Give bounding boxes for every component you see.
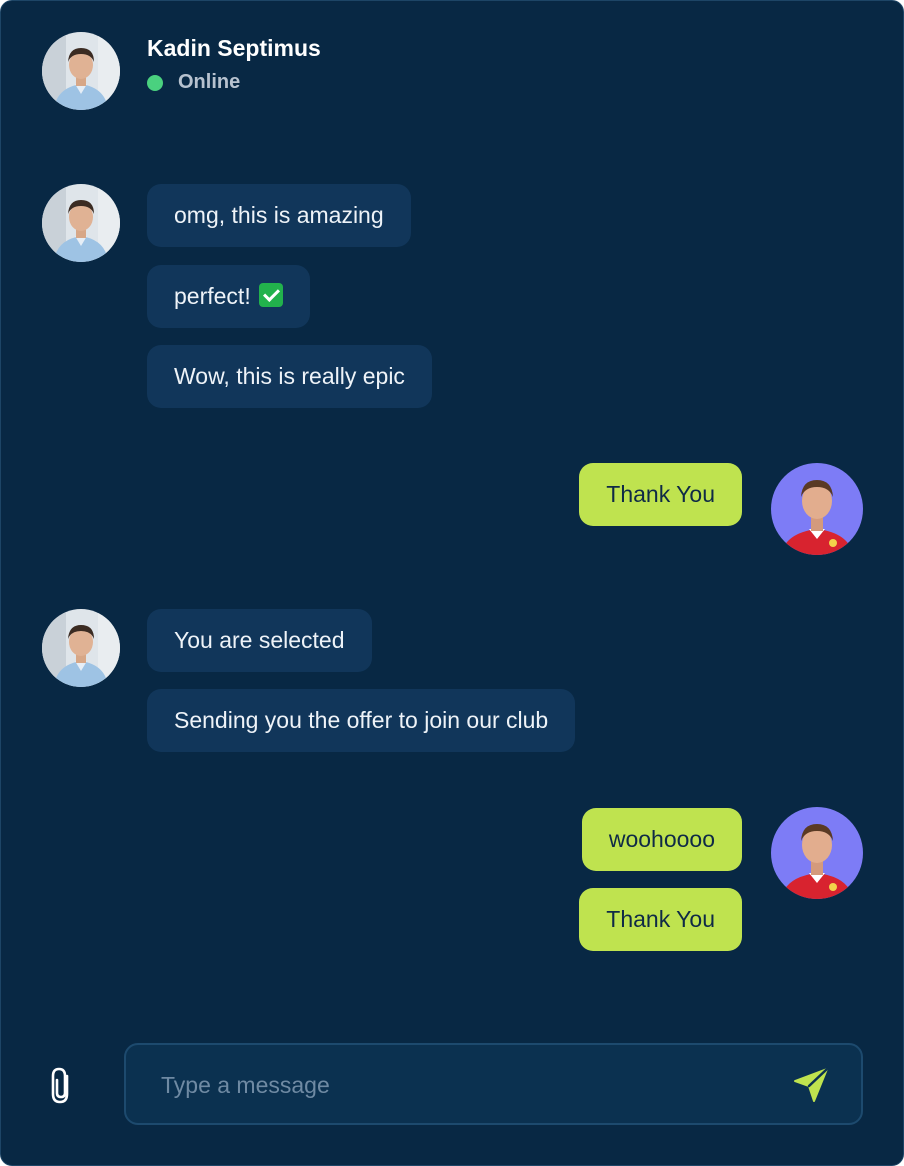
user-avatar: [771, 463, 863, 555]
message-input[interactable]: [159, 1045, 763, 1125]
incoming-message: You are selected: [147, 609, 372, 672]
paperclip-icon[interactable]: [45, 1064, 81, 1108]
send-icon: [794, 1067, 829, 1102]
message-composer: [124, 1043, 863, 1125]
message-text: woohoooo: [608, 826, 715, 852]
contact-avatar: [42, 609, 120, 687]
message-text: Sending you the offer to join our club: [174, 707, 549, 733]
outgoing-message: Thank You: [579, 463, 742, 526]
check-mark-emoji-icon: [258, 283, 283, 307]
user-avatar: [771, 807, 863, 899]
contact-avatar[interactable]: [42, 32, 120, 110]
incoming-message: Sending you the offer to join our club: [147, 689, 576, 752]
incoming-message: omg, this is amazing: [147, 184, 411, 247]
incoming-message: perfect!: [147, 265, 310, 328]
message-text: You are selected: [174, 627, 345, 653]
contact-status: Online: [178, 71, 241, 93]
chat-window: Kadin Septimus Online omg, this is amazi…: [0, 0, 904, 1166]
outgoing-message: Thank You: [579, 888, 742, 951]
incoming-message: Wow, this is really epic: [147, 345, 432, 408]
message-text: perfect!: [174, 283, 251, 309]
send-button[interactable]: [791, 1065, 831, 1105]
contact-name: Kadin Septimus: [147, 35, 321, 61]
contact-avatar: [42, 184, 120, 262]
online-status-icon: [147, 75, 163, 91]
message-text: Wow, this is really epic: [174, 363, 405, 389]
message-text: Thank You: [606, 906, 715, 932]
outgoing-message: woohoooo: [581, 808, 742, 871]
message-text: Thank You: [606, 481, 715, 507]
message-text: omg, this is amazing: [174, 202, 384, 228]
